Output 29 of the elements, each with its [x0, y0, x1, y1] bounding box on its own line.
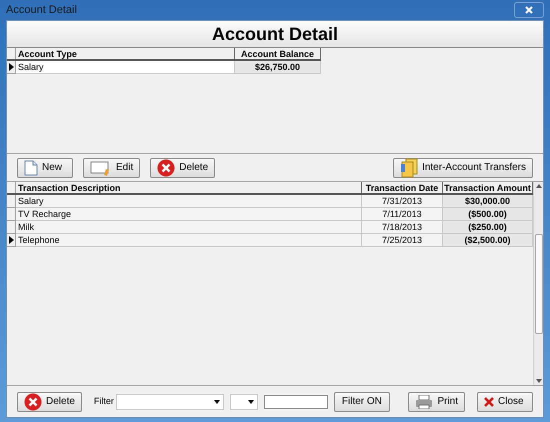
print-button[interactable]: Print	[408, 392, 465, 412]
window-title: Account Detail	[6, 2, 77, 18]
table-cell: $26,750.00	[235, 61, 321, 74]
column-header[interactable]: Account Type	[16, 48, 235, 59]
column-header[interactable]: Transaction Date	[362, 182, 443, 193]
new-button[interactable]: New	[17, 158, 73, 178]
table-cell: 7/11/2013	[362, 208, 443, 221]
table-cell: Salary	[16, 195, 362, 208]
table-cell: Milk	[16, 221, 362, 234]
table-cell: 7/31/2013	[362, 195, 443, 208]
transfers-button[interactable]: Inter-Account Transfers	[393, 158, 533, 178]
table-cell: ($500.00)	[443, 208, 533, 221]
column-header[interactable]: Account Balance	[235, 48, 321, 59]
page-title: Account Detail	[212, 22, 338, 46]
table-cell: 7/25/2013	[362, 234, 443, 247]
filter-label: Filter	[94, 394, 114, 408]
table-cell: 7/18/2013	[362, 221, 443, 234]
table-cell: Telephone	[16, 234, 362, 247]
edit-button[interactable]: Edit	[83, 158, 140, 178]
table-cell: ($2,500.00)	[443, 234, 533, 247]
table-cell: ($250.00)	[443, 221, 533, 234]
table-cell: Salary	[16, 61, 235, 74]
close-button[interactable]: Close	[477, 392, 533, 412]
delete-button[interactable]: Delete	[17, 392, 82, 412]
delete-button[interactable]: Delete	[150, 158, 216, 178]
column-header[interactable]: Transaction Description	[16, 182, 362, 193]
table-cell: TV Recharge	[16, 208, 362, 221]
filter-on-button[interactable]: Filter ON	[334, 392, 390, 412]
table-cell: $30,000.00	[443, 195, 533, 208]
